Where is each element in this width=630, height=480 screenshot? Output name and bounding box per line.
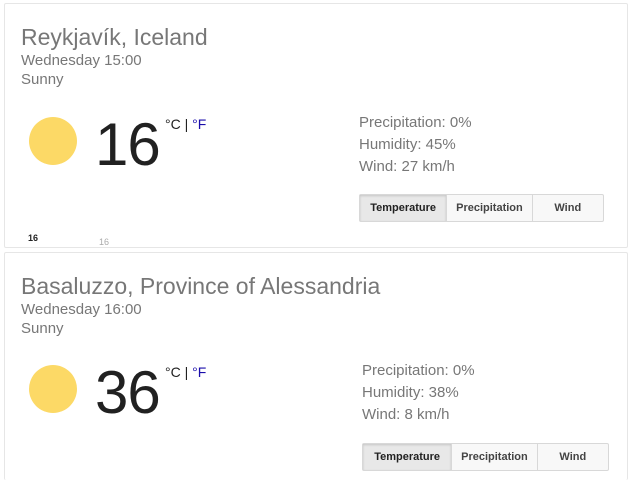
celsius-unit[interactable]: °C	[165, 116, 181, 132]
fahrenheit-unit[interactable]: °F	[192, 116, 206, 132]
celsius-unit[interactable]: °C	[165, 364, 181, 380]
datetime-label: Wednesday 15:00	[21, 52, 142, 69]
graph-tabs: Temperature Precipitation Wind	[359, 194, 604, 222]
tab-temperature[interactable]: Temperature	[360, 195, 447, 221]
location-title: Reykjavík, Iceland	[21, 24, 208, 50]
graph-temp-label: 16	[28, 233, 39, 243]
unit-separator: |	[180, 364, 193, 380]
tab-wind[interactable]: Wind	[536, 444, 608, 470]
tab-precipitation[interactable]: Precipitation	[446, 195, 531, 221]
wind-detail: Wind: 8 km/h	[362, 406, 450, 423]
temperature-value: 36	[95, 359, 161, 426]
datetime-label: Wednesday 16:00	[21, 301, 142, 318]
condition-label: Sunny	[21, 71, 64, 88]
unit-separator: |	[180, 116, 193, 132]
humidity-detail: Humidity: 38%	[362, 384, 459, 401]
tab-wind[interactable]: Wind	[531, 195, 603, 221]
weather-card-basaluzzo: Basaluzzo, Province of Alessandria Wedne…	[4, 252, 628, 480]
tab-precipitation[interactable]: Precipitation	[451, 444, 536, 470]
precipitation-detail: Precipitation: 0%	[362, 362, 475, 379]
unit-toggle: °C | °F	[165, 364, 206, 380]
precipitation-detail: Precipitation: 0%	[359, 114, 472, 131]
temperature-value: 16	[95, 111, 161, 178]
graph-tabs: Temperature Precipitation Wind	[362, 443, 609, 471]
humidity-detail: Humidity: 45%	[359, 136, 456, 153]
unit-toggle: °C | °F	[165, 116, 206, 132]
location-title: Basaluzzo, Province of Alessandria	[21, 273, 381, 299]
fahrenheit-unit[interactable]: °F	[192, 364, 206, 380]
sun-icon	[29, 117, 77, 165]
graph-temp-label: 16	[99, 237, 110, 247]
sun-icon	[29, 365, 77, 413]
wind-detail: Wind: 27 km/h	[359, 158, 455, 175]
tab-temperature[interactable]: Temperature	[363, 444, 452, 470]
weather-card-reykjavik: Reykjavík, Iceland Wednesday 15:00 Sunny…	[4, 3, 628, 248]
condition-label: Sunny	[21, 320, 64, 337]
